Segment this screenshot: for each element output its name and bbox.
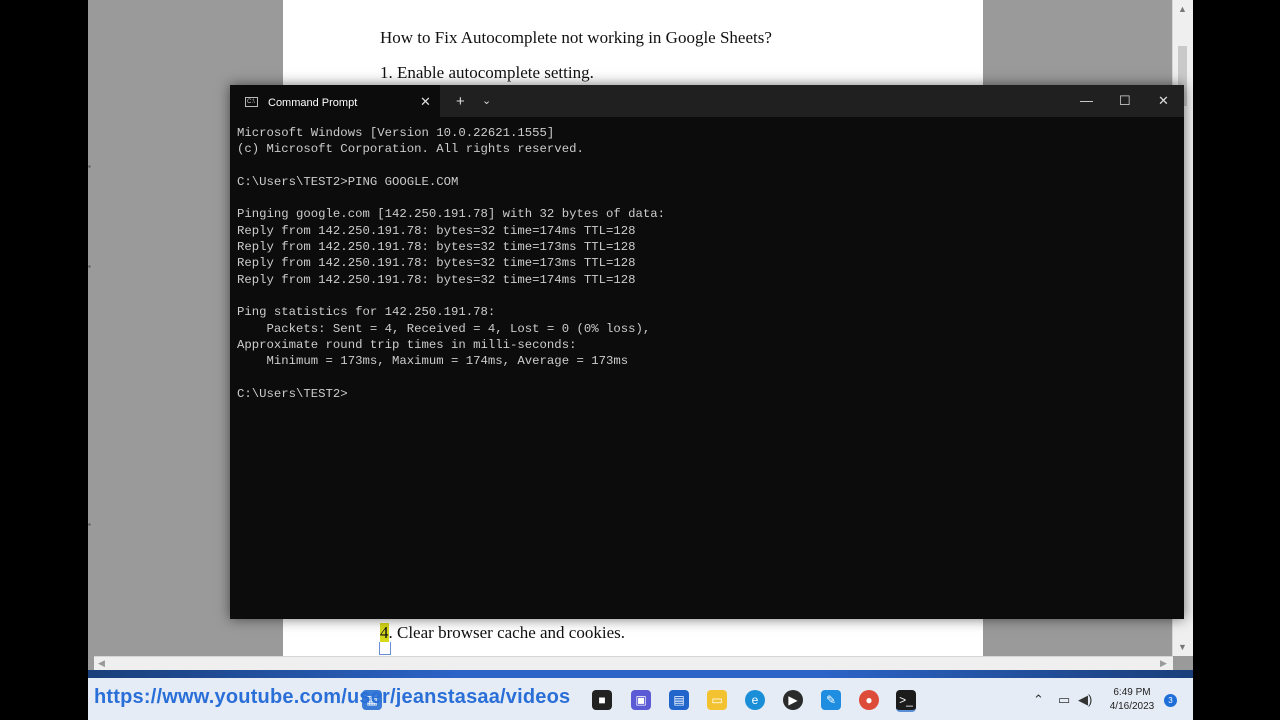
terminal-line: C:\Users\TEST2> [237, 386, 348, 401]
terminal-line: Ping statistics for 142.250.191.78: [237, 305, 496, 320]
terminal-line: (c) Microsoft Corporation. All rights re… [237, 142, 584, 157]
terminal-line: Pinging google.com [142.250.191.78] with… [237, 207, 666, 222]
chrome-icon[interactable]: ● [859, 690, 879, 710]
terminal-taskbar-icon[interactable]: >_ [896, 690, 916, 712]
chevron-down-icon[interactable]: ⌄ [482, 94, 491, 107]
window-titlebar[interactable]: C:\ Command Prompt ✕ + ⌄ — ☐ ✕ [230, 85, 1184, 117]
ruler-mark: ▪ [88, 262, 91, 271]
terminal-line: Microsoft Windows [Version 10.0.22621.15… [237, 126, 555, 140]
new-tab-plus-icon[interactable]: + [456, 93, 465, 110]
terminal-line: Minimum = 173ms, Maximum = 174ms, Averag… [237, 354, 629, 369]
terminal-line: C:\Users\TEST2>PING GOOGLE.COM [237, 174, 459, 189]
close-tab-icon[interactable]: ✕ [420, 94, 431, 110]
terminal-line: Packets: Sent = 4, Received = 4, Lost = … [237, 321, 651, 336]
pen-app-icon[interactable]: ✎ [821, 690, 841, 710]
terminal-line: Reply from 142.250.191.78: bytes=32 time… [237, 223, 636, 238]
media-player-icon[interactable]: ▶ [783, 690, 803, 710]
channel-url-overlay: https://www.youtube.com/user/jeanstasaa/… [94, 686, 571, 708]
command-prompt-window[interactable]: C:\ Command Prompt ✕ + ⌄ — ☐ ✕ Microsoft… [230, 85, 1184, 619]
store-icon[interactable]: ▤ [669, 690, 689, 710]
scroll-down-icon[interactable]: ▼ [1178, 642, 1187, 652]
terminal-line: Reply from 142.250.191.78: bytes=32 time… [237, 256, 636, 271]
chat-icon[interactable]: ▣ [631, 690, 651, 710]
terminal-line: Reply from 142.250.191.78: bytes=32 time… [237, 272, 636, 287]
item-4-text: . Clear browser cache and cookies. [388, 623, 625, 642]
minimize-icon[interactable]: — [1080, 93, 1093, 108]
item-4-number: 4 [380, 623, 389, 642]
network-icon[interactable]: ▭ [1058, 692, 1070, 708]
ruler-mark: ▪ [88, 162, 91, 171]
terminal-output[interactable]: Microsoft Windows [Version 10.0.22621.15… [237, 125, 665, 402]
clock-time: 6:49 PM [1113, 687, 1151, 698]
document-item-1: 1. Enable autocomplete setting. [380, 63, 594, 82]
file-explorer-icon[interactable]: ▭ [707, 690, 727, 710]
scroll-up-icon[interactable]: ▲ [1178, 4, 1187, 14]
document-heading: How to Fix Autocomplete not working in G… [380, 28, 772, 47]
horizontal-scrollbar[interactable]: ◀ ▶ [94, 656, 1173, 671]
scroll-left-icon[interactable]: ◀ [98, 658, 105, 669]
text-cursor [379, 642, 391, 655]
scroll-right-icon[interactable]: ▶ [1160, 658, 1167, 669]
volume-icon[interactable]: ◀) [1078, 692, 1092, 708]
terminal-line: Approximate round trip times in milli-se… [237, 337, 577, 352]
ruler-mark: ▪ [88, 520, 91, 529]
close-window-icon[interactable]: ✕ [1158, 93, 1169, 109]
terminal-icon: C:\ [245, 97, 258, 107]
tab-title: Command Prompt [268, 97, 358, 109]
tab-command-prompt[interactable]: C:\ Command Prompt ✕ [230, 85, 440, 117]
task-view-icon[interactable]: ■ [592, 690, 612, 710]
taskbar-clock[interactable]: 6:49 PM 4/16/2023 [1103, 686, 1161, 714]
document-item-4: 4. Clear browser cache and cookies. [380, 623, 625, 643]
clock-date: 4/16/2023 [1109, 701, 1155, 712]
chevron-up-icon[interactable]: ⌃ [1033, 692, 1044, 708]
edge-browser-icon[interactable]: e [745, 690, 765, 710]
notification-badge[interactable]: 3 [1164, 694, 1177, 707]
terminal-line: Reply from 142.250.191.78: bytes=32 time… [237, 240, 636, 255]
maximize-icon[interactable]: ☐ [1119, 93, 1131, 109]
